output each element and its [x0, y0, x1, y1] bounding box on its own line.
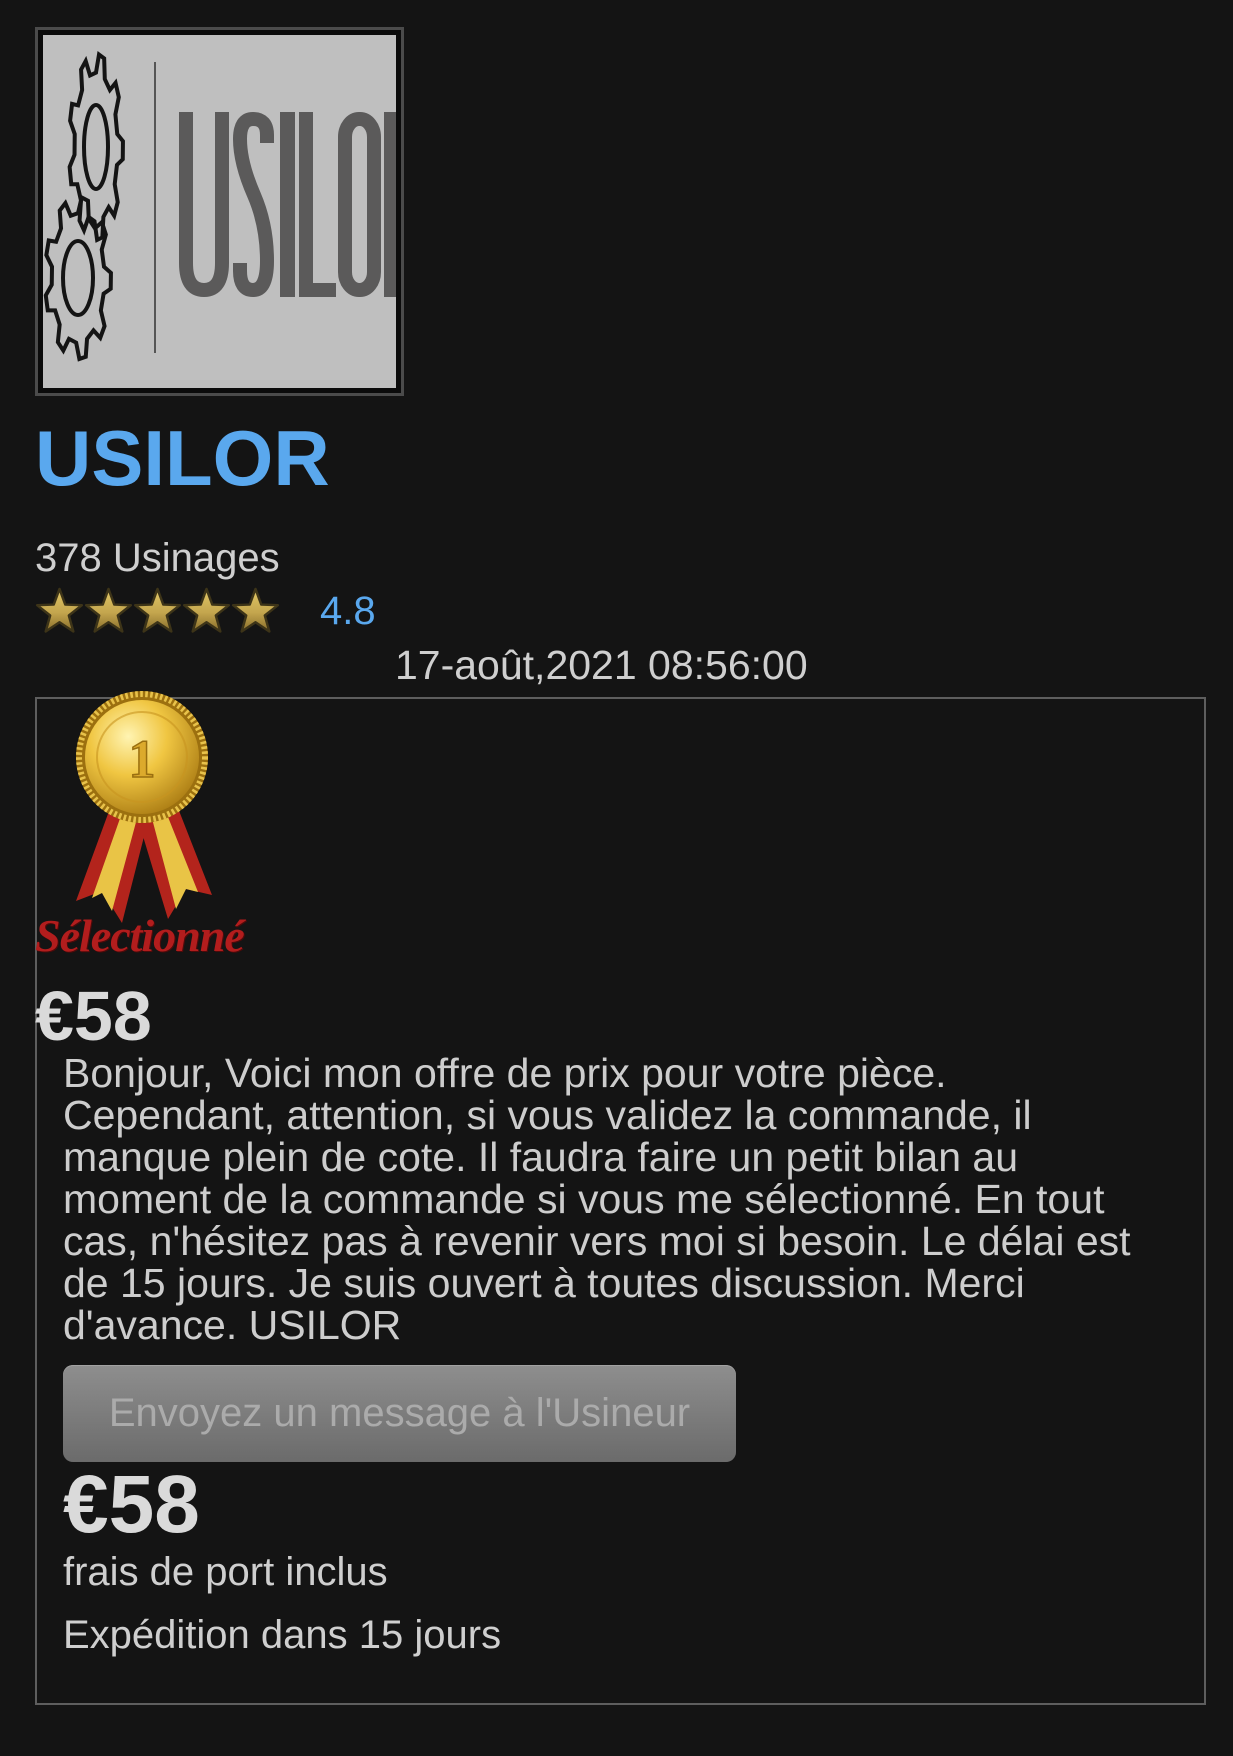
- offer-screen: USILOR 378 Usinages 4.8 17-août,2021 08:…: [0, 0, 1233, 1756]
- offer-message-line: d'avance. USILOR: [63, 1302, 402, 1348]
- jobs-count: 378 Usinages: [35, 536, 280, 580]
- company-name[interactable]: USILOR: [35, 419, 330, 497]
- rating-value: 4.8: [320, 589, 376, 633]
- send-message-button[interactable]: Envoyez un message à l'Usineur: [63, 1365, 736, 1462]
- send-message-button-label: Envoyez un message à l'Usineur: [108, 1391, 691, 1435]
- selected-label: Sélectionné: [35, 910, 245, 961]
- shipping-delay-label: Expédition dans 15 jours: [63, 1613, 502, 1657]
- star-icon: [84, 587, 133, 633]
- medal-disc: 1: [76, 691, 208, 823]
- rating-stars: [35, 587, 280, 636]
- logo-image: [43, 35, 396, 388]
- offer-message-line: moment de la commande si vous me sélecti…: [63, 1176, 1105, 1222]
- offer-message-line: de 15 jours. Je suis ouvert à toutes dis…: [63, 1260, 1025, 1306]
- star-icon: [35, 587, 84, 633]
- offer-message: Bonjour, Voici mon offre de prix pour vo…: [63, 1052, 1131, 1346]
- star-icon: [133, 587, 182, 633]
- logo-panel: [43, 35, 396, 388]
- medal-icon: 1: [76, 691, 212, 923]
- total-price: €58: [63, 1459, 200, 1550]
- company-logo: [35, 27, 404, 396]
- offer-message-line: Cependant, attention, si vous validez la…: [63, 1092, 1032, 1138]
- medal-number: 1: [129, 729, 156, 789]
- star-icon: [231, 587, 280, 633]
- star-icon: [182, 587, 231, 633]
- offer-message-line: manque plein de cote. Il faudra faire un…: [63, 1134, 1019, 1180]
- offer-message-line: Bonjour, Voici mon offre de prix pour vo…: [63, 1050, 947, 1096]
- shipping-included-label: frais de port inclus: [63, 1550, 388, 1594]
- offer-date: 17-août,2021 08:56:00: [395, 642, 808, 688]
- offer-price: €58: [35, 977, 152, 1055]
- logo-wordmark: [179, 111, 396, 298]
- offer-message-line: cas, n'hésitez pas à revenir vers moi si…: [63, 1218, 1131, 1264]
